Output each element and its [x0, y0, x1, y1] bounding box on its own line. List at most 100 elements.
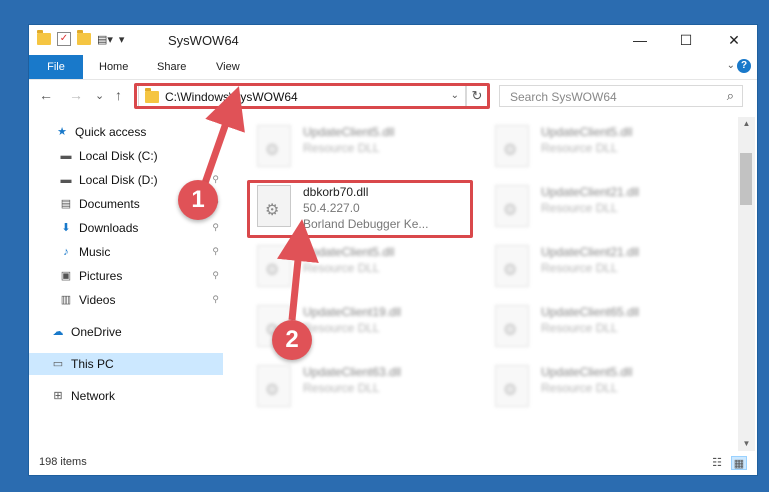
file-type: Resource DLL — [541, 141, 618, 155]
music-icon: ♪ — [63, 246, 69, 258]
gear-icon: ⚙ — [503, 382, 518, 399]
sidebar-item[interactable]: ♪ Music ⚲ — [29, 241, 223, 263]
file-type: Resource DLL — [303, 381, 380, 395]
file-name: UpdateClient21.dll — [541, 185, 640, 199]
dll-file-icon: ⚙ — [495, 245, 529, 287]
scroll-thumb[interactable] — [740, 153, 752, 205]
file-item[interactable]: ⚙ UpdateClient5.dll Resource DLL — [247, 239, 477, 297]
file-type: Resource DLL — [541, 381, 618, 395]
toolbar-dropdown-icon[interactable]: ▾ — [119, 33, 125, 46]
scroll-down-icon[interactable]: ▼ — [738, 437, 755, 451]
sidebar-item[interactable]: ⊞ Network — [29, 385, 223, 407]
file-name: UpdateClient63.dll — [303, 365, 402, 379]
search-input[interactable]: Search SysWOW64 ⌕ — [499, 85, 743, 107]
sidebar-item[interactable]: ★ Quick access — [29, 121, 223, 143]
tab-file[interactable]: File — [29, 55, 83, 79]
file-name: UpdateClient21.dll — [541, 245, 640, 259]
folder-icon[interactable] — [37, 30, 51, 45]
large-icons-view-icon[interactable]: ▦ — [731, 456, 747, 470]
tab-view[interactable]: View — [216, 55, 240, 79]
sidebar-item-label: Videos — [79, 293, 116, 307]
file-item[interactable]: ⚙ UpdateClient63.dll Resource DLL — [247, 359, 477, 417]
pin-icon: ⚲ — [212, 174, 219, 184]
gear-icon: ⚙ — [265, 142, 280, 159]
window-title: SysWOW64 — [168, 33, 239, 48]
properties-icon[interactable]: ✓ — [57, 32, 71, 46]
file-type: Resource DLL — [303, 261, 380, 275]
quick-access-toolbar: ✓ ▤▾ ▾ — [37, 30, 125, 46]
file-type: Resource DLL — [541, 201, 618, 215]
dll-file-icon: ⚙ — [495, 305, 529, 347]
up-button[interactable]: ↑ — [115, 87, 122, 103]
scroll-up-icon[interactable]: ▲ — [738, 117, 755, 131]
sidebar-item-label: Pictures — [79, 269, 123, 283]
pin-icon: ⚲ — [212, 246, 219, 256]
dll-file-icon: ⚙ — [257, 125, 291, 167]
file-type: Resource DLL — [541, 261, 618, 275]
new-folder-icon[interactable] — [77, 30, 91, 45]
back-button[interactable]: ← — [39, 87, 53, 103]
file-name: UpdateClient5.dll — [303, 245, 395, 259]
address-highlight-box — [134, 83, 490, 109]
file-list: ⚙ UpdateClient5.dll Resource DLL ⚙ UpdateCli… — [239, 117, 739, 451]
sidebar-item-label: Local Disk (D:) — [79, 173, 158, 187]
minimize-button[interactable]: — — [617, 25, 663, 55]
close-button[interactable]: ✕ — [711, 25, 757, 55]
dll-file-icon: ⚙ — [495, 185, 529, 227]
file-name: UpdateClient5.dll — [303, 125, 395, 139]
sidebar-item[interactable]: ▬ Local Disk (C:) — [29, 145, 223, 167]
details-view-icon[interactable]: ☷ — [709, 456, 725, 470]
navigation-bar: ← → ⌄ ↑ C:\Windows\SysWOW64 ⌄ ↻ Search S… — [29, 79, 757, 113]
gear-icon: ⚙ — [503, 142, 518, 159]
help-icon[interactable]: ? — [737, 59, 751, 73]
sidebar-item[interactable]: ⬇ Downloads ⚲ — [29, 217, 223, 239]
search-icon[interactable]: ⌕ — [727, 88, 734, 104]
sidebar-item-label: OneDrive — [71, 325, 122, 339]
explorer-window: ✓ ▤▾ ▾ SysWOW64 — ☐ ✕ File Home Share Vi… — [28, 24, 758, 476]
dll-file-icon: ⚙ — [257, 365, 291, 407]
gear-icon: ⚙ — [503, 202, 518, 219]
tab-share[interactable]: Share — [157, 55, 186, 79]
sidebar-item[interactable]: ▣ Pictures ⚲ — [29, 265, 223, 287]
sidebar-item-label: Documents — [79, 197, 140, 211]
drive-icon: ▬ — [60, 150, 72, 162]
dll-file-icon: ⚙ — [257, 245, 291, 287]
scrollbar[interactable]: ▲ ▼ — [738, 117, 755, 451]
file-item[interactable]: ⚙ UpdateClient5.dll Resource DLL — [247, 119, 477, 177]
pin-icon: ⚲ — [212, 222, 219, 232]
gear-icon: ⚙ — [265, 382, 280, 399]
tab-home[interactable]: Home — [99, 55, 128, 79]
file-highlight-box — [247, 180, 473, 238]
dll-file-icon: ⚙ — [495, 365, 529, 407]
item-count: 198 items — [39, 456, 87, 468]
file-item[interactable]: ⚙ UpdateClient5.dll Resource DLL — [485, 359, 715, 417]
recent-locations-button[interactable]: ⌄ — [95, 89, 104, 102]
forward-button[interactable]: → — [69, 87, 83, 103]
navigation-pane: ★ Quick access ▬ Local Disk (C:) ▬ Local Disk… — [29, 119, 223, 449]
expand-ribbon-icon[interactable]: ⌄ — [727, 60, 735, 71]
sidebar-item[interactable]: ▥ Videos ⚲ — [29, 289, 223, 311]
download-icon: ⬇ — [61, 222, 71, 234]
search-placeholder: Search SysWOW64 — [510, 90, 617, 104]
file-name: UpdateClient19.dll — [303, 305, 402, 319]
step-badge-1: 1 — [178, 180, 218, 220]
file-item[interactable]: ⚙ UpdateClient65.dll Resource DLL — [485, 299, 715, 357]
pictures-icon: ▣ — [60, 270, 72, 282]
file-type: Resource DLL — [541, 321, 618, 335]
pin-icon: ⚲ — [212, 294, 219, 304]
sidebar-item-label: Music — [79, 245, 111, 259]
sidebar-item[interactable]: ☁ OneDrive — [29, 321, 223, 343]
file-item[interactable]: ⚙ UpdateClient21.dll Resource DLL — [485, 179, 715, 237]
gear-icon: ⚙ — [503, 262, 518, 279]
dll-file-icon: ⚙ — [495, 125, 529, 167]
file-name: UpdateClient5.dll — [541, 365, 633, 379]
sidebar-item[interactable]: ▭ This PC — [29, 353, 223, 375]
file-type: Resource DLL — [303, 141, 380, 155]
sidebar-item-label: Quick access — [75, 125, 147, 139]
gear-icon: ⚙ — [503, 322, 518, 339]
file-item[interactable]: ⚙ UpdateClient5.dll Resource DLL — [485, 119, 715, 177]
drive-icon: ▬ — [60, 174, 72, 186]
file-item[interactable]: ⚙ UpdateClient21.dll Resource DLL — [485, 239, 715, 297]
maximize-button[interactable]: ☐ — [663, 25, 709, 55]
customize-toolbar-icon[interactable]: ▤▾ — [97, 33, 113, 46]
